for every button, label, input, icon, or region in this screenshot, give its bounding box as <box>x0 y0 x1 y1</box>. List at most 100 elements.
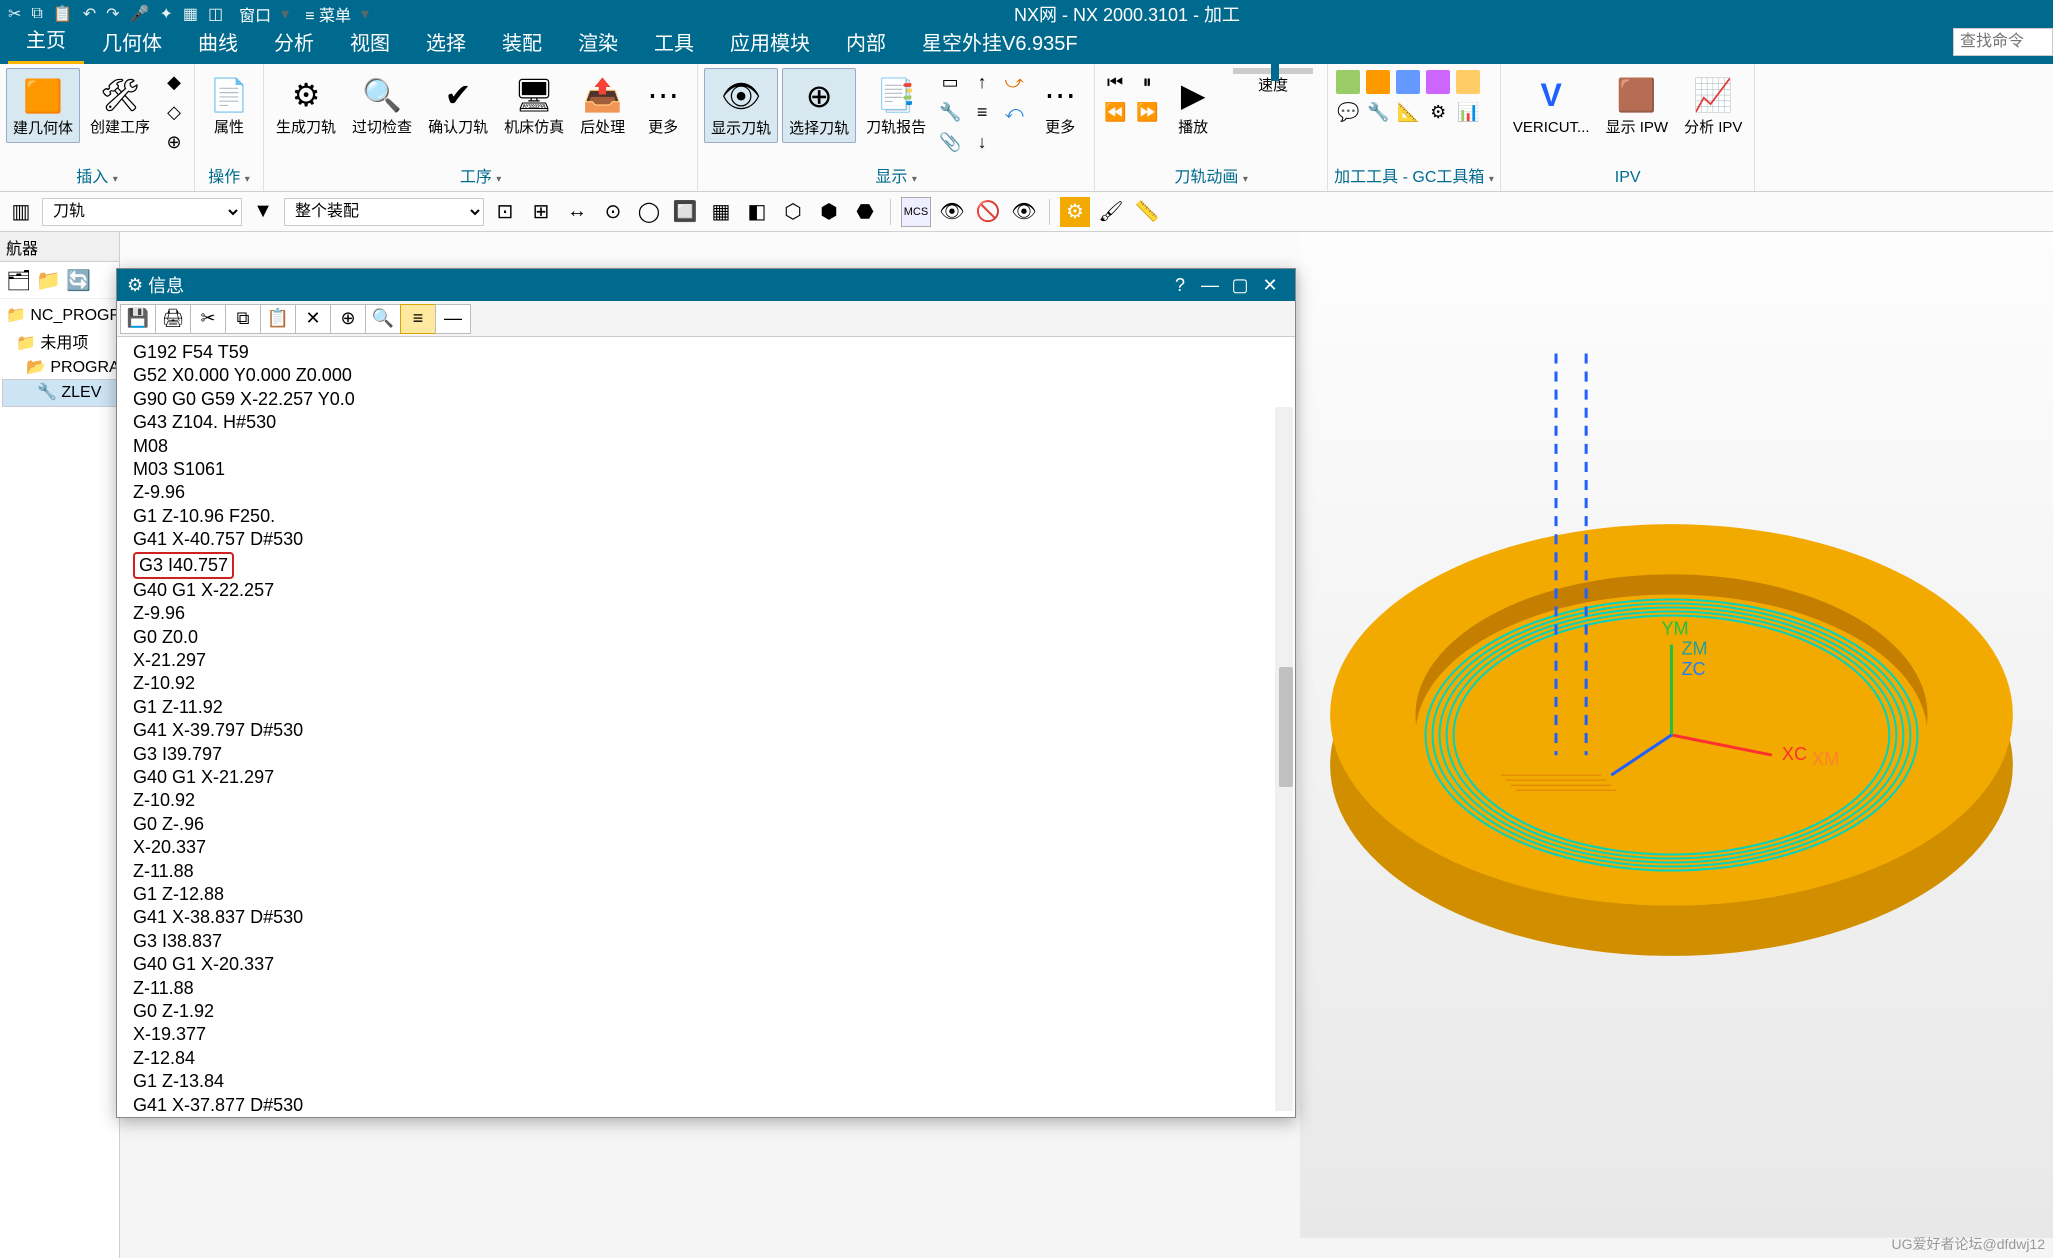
gcode-line[interactable]: G1 Z-11.92 <box>133 696 1279 719</box>
nav-icon[interactable]: 📁 <box>36 268 60 292</box>
nav-icon[interactable]: 🗂 <box>6 268 30 292</box>
speed-slider[interactable] <box>1233 68 1313 74</box>
small-btn[interactable]: ◇ <box>160 98 188 126</box>
copy-icon[interactable]: ⧉ <box>31 5 42 23</box>
tile-icon[interactable]: ▦ <box>183 4 198 24</box>
gcode-line[interactable]: G0 Z-1.92 <box>133 1000 1279 1023</box>
nav-icon[interactable]: 🔄 <box>66 268 90 292</box>
create-geometry-button[interactable]: 🟧 建几何体 <box>6 68 80 143</box>
chip-icon[interactable]: 💬 <box>1334 98 1362 126</box>
gear-icon[interactable]: ⚙ <box>1060 197 1090 227</box>
undo-icon[interactable]: ↶ <box>83 4 96 24</box>
gcode-line[interactable]: G40 G1 X-21.297 <box>133 766 1279 789</box>
gcode-line[interactable]: G43 Z104. H#530 <box>133 411 1279 434</box>
scrollbar-thumb[interactable] <box>1279 667 1293 787</box>
gcode-line[interactable]: G1 Z-13.84 <box>133 1070 1279 1093</box>
scissors-icon[interactable]: ✂ <box>8 4 21 24</box>
mic-icon[interactable]: 🎤 <box>130 4 150 24</box>
gcode-line[interactable]: G0 Z-.96 <box>133 813 1279 836</box>
chip-icon[interactable] <box>1424 68 1452 96</box>
funnel-icon[interactable]: ▼ <box>248 197 278 227</box>
brush-icon[interactable]: 🖌 <box>1096 197 1126 227</box>
small-btn[interactable]: ⊕ <box>160 128 188 156</box>
chip-icon[interactable] <box>1394 68 1422 96</box>
gcode-line[interactable]: G192 F54 T59 <box>133 341 1279 364</box>
gcode-line[interactable]: G3 I40.757 <box>133 552 1279 579</box>
chip-icon[interactable] <box>1364 68 1392 96</box>
verify-button[interactable]: 🖥机床仿真 <box>498 68 570 141</box>
maximize-icon[interactable]: ▢ <box>1225 275 1255 296</box>
gcode-line[interactable]: G1 Z-10.96 F250. <box>133 505 1279 528</box>
next-icon[interactable]: ⏩ <box>1133 98 1161 126</box>
chip-icon[interactable]: 📊 <box>1454 98 1482 126</box>
redo-icon[interactable]: ↷ <box>106 4 119 24</box>
tool-icon[interactable]: ⬣ <box>850 197 880 227</box>
tool-icon[interactable]: 🔲 <box>670 197 700 227</box>
arc2-icon[interactable]: ⤺ <box>1000 98 1028 126</box>
arrow-down-icon[interactable]: ↓ <box>968 128 996 156</box>
gcode-line[interactable]: G41 X-38.837 D#530 <box>133 906 1279 929</box>
gcode-line[interactable]: G41 X-37.877 D#530 <box>133 1094 1279 1117</box>
tree-node[interactable]: 🔧 ZLEV <box>2 379 117 407</box>
mcs-icon[interactable]: MCS <box>901 197 931 227</box>
gcode-line[interactable]: Z-9.96 <box>133 481 1279 504</box>
gcode-line[interactable]: G3 I38.837 <box>133 930 1279 953</box>
chevron-down-icon[interactable]: ▾ <box>281 4 289 24</box>
confirm-toolpath-button[interactable]: ✔确认刀轨 <box>422 68 494 141</box>
properties-button[interactable]: 📄 属性 <box>201 68 257 141</box>
gcode-listing[interactable]: G192 F54 T59G52 X0.000 Y0.000 Z0.000G90 … <box>117 337 1295 1117</box>
tool-icon[interactable]: ⊡ <box>490 197 520 227</box>
gcode-line[interactable]: Z-11.88 <box>133 860 1279 883</box>
tab-11[interactable]: 星空外挂V6.935F <box>904 21 1096 64</box>
tab-5[interactable]: 选择 <box>408 21 484 64</box>
gcode-line[interactable]: G40 G1 X-22.257 <box>133 579 1279 602</box>
small-btn[interactable]: ◆ <box>160 68 188 96</box>
tab-7[interactable]: 渲染 <box>560 21 636 64</box>
paste-icon[interactable]: 📋 <box>260 304 296 334</box>
print-icon[interactable]: 🖨 <box>155 304 191 334</box>
select-toolpath-button[interactable]: ⊕选择刀轨 <box>782 68 856 143</box>
eye-slash-icon[interactable]: 🚫 <box>973 197 1003 227</box>
gcode-line[interactable]: G52 X0.000 Y0.000 Z0.000 <box>133 364 1279 387</box>
chevron-down-icon[interactable]: ▾ <box>361 4 369 24</box>
gcode-line[interactable]: G40 G1 X-20.337 <box>133 953 1279 976</box>
cut-icon[interactable]: ✂ <box>190 304 226 334</box>
tab-4[interactable]: 视图 <box>332 21 408 64</box>
delete-icon[interactable]: ✕ <box>295 304 331 334</box>
small-btn[interactable]: 🔧 <box>936 98 964 126</box>
tool-icon[interactable]: ⬡ <box>778 197 808 227</box>
tool-icon[interactable]: ⊞ <box>526 197 556 227</box>
ruler-icon[interactable]: 📏 <box>1132 197 1162 227</box>
gcode-line[interactable]: G1 Z-12.88 <box>133 883 1279 906</box>
tool-icon[interactable]: ⬢ <box>814 197 844 227</box>
gcode-line[interactable]: G90 G0 G59 X-22.257 Y0.0 <box>133 388 1279 411</box>
gcode-line[interactable]: Z-10.92 <box>133 672 1279 695</box>
filter-select-1[interactable]: 刀轨 <box>42 198 242 226</box>
gcode-line[interactable]: Z-9.96 <box>133 602 1279 625</box>
tab-6[interactable]: 装配 <box>484 21 560 64</box>
play-button[interactable]: ▶播放 <box>1165 68 1221 141</box>
gcode-line[interactable]: M08 <box>133 435 1279 458</box>
more-button-2[interactable]: ⋯更多 <box>1032 68 1088 141</box>
split-icon[interactable]: ◫ <box>208 4 223 24</box>
gcode-line[interactable]: Z-10.92 <box>133 789 1279 812</box>
tree-node[interactable]: 📂 PROGRA <box>2 355 117 379</box>
tab-1[interactable]: 几何体 <box>84 21 180 64</box>
paste-icon[interactable]: 📋 <box>53 4 73 24</box>
tool-icon[interactable]: ▦ <box>706 197 736 227</box>
gcode-line[interactable]: G3 I39.797 <box>133 743 1279 766</box>
gcode-line[interactable]: Z-11.88 <box>133 977 1279 1000</box>
tool-icon[interactable]: ⊙ <box>598 197 628 227</box>
chip-icon[interactable] <box>1334 68 1362 96</box>
tab-9[interactable]: 应用模块 <box>712 21 828 64</box>
analyze-ipw-button[interactable]: 📈分析 IPV <box>1678 68 1748 141</box>
save-icon[interactable]: 💾 <box>120 304 156 334</box>
show-ipw-button[interactable]: 🟫显示 IPW <box>1600 68 1675 141</box>
stack-icon[interactable]: ≡ <box>968 98 996 126</box>
gcode-line[interactable]: G0 Z0.0 <box>133 626 1279 649</box>
small-btn[interactable]: 📎 <box>936 128 964 156</box>
tab-10[interactable]: 内部 <box>828 21 904 64</box>
chip-icon[interactable] <box>1454 68 1482 96</box>
gcode-line[interactable]: X-21.297 <box>133 649 1279 672</box>
gcode-line[interactable]: X-20.337 <box>133 836 1279 859</box>
